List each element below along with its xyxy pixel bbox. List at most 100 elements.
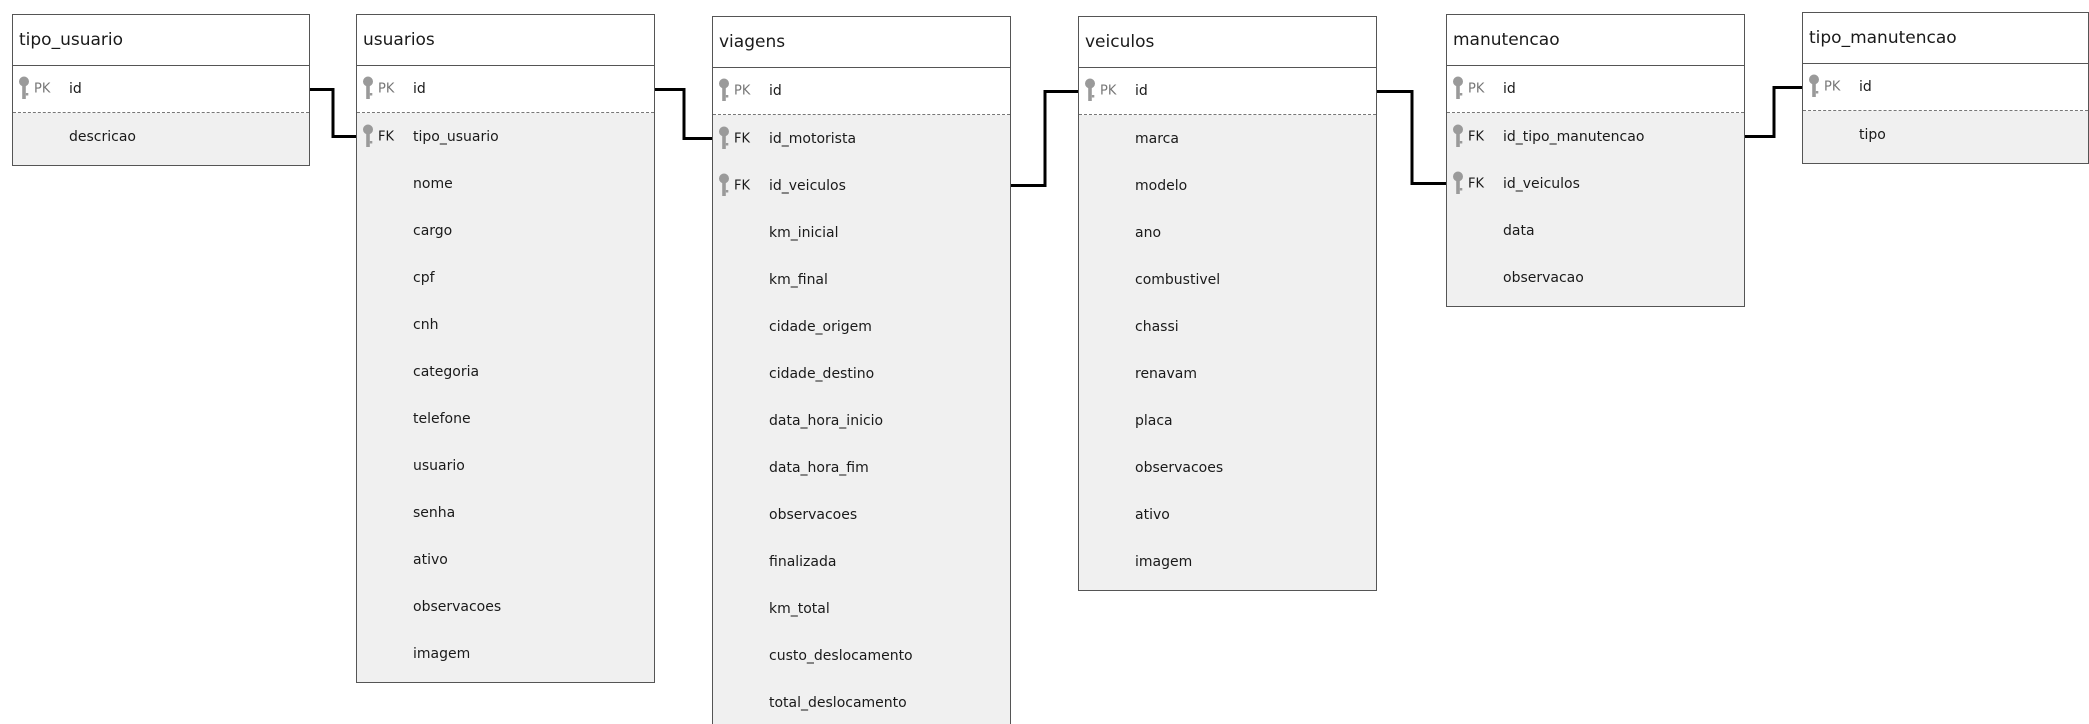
column-row: km_inicial: [713, 209, 1010, 256]
column-row: cargo: [357, 207, 654, 254]
column-row: FK id_tipo_manutencao: [1447, 113, 1744, 160]
column-row: data_hora_inicio: [713, 397, 1010, 444]
entity-columns: marca modelo ano combustivel chassi renavam pl…: [1079, 115, 1376, 590]
column-row: observacao: [1447, 254, 1744, 301]
column-row: observacoes: [357, 583, 654, 630]
column-name: renavam: [1135, 365, 1198, 382]
column-name: total_deslocamento: [769, 694, 907, 711]
column-name: cpf: [413, 269, 435, 286]
entity-columns: FK tipo_usuarionome cargo cpf cnh categoria te…: [357, 113, 654, 682]
column-name: id: [69, 81, 82, 97]
entity-usuarios[interactable]: usuarios PK id FK tipo_usuarionome cargo cpf cn…: [356, 14, 655, 683]
column-row: km_final: [713, 256, 1010, 303]
foreign-key-label: FK: [378, 129, 395, 144]
column-row: descricao: [13, 113, 309, 160]
column-name: data: [1503, 222, 1535, 239]
primary-key-row: PK id: [357, 66, 654, 113]
column-name: cidade_destino: [769, 365, 875, 382]
column-name: data_hora_fim: [769, 459, 869, 476]
column-name: ativo: [413, 551, 448, 568]
key-icon: [19, 76, 29, 99]
key-icon: [719, 173, 729, 196]
key-icon: [719, 126, 729, 149]
primary-key-row: PK id: [1079, 68, 1376, 115]
column-row: FK id_motorista: [713, 115, 1010, 162]
column-name: chassi: [1135, 318, 1179, 335]
column-name: id_tipo_manutencao: [1503, 128, 1645, 145]
primary-key-row: PK id: [1447, 66, 1744, 113]
column-name: ano: [1135, 224, 1162, 241]
column-name: cidade_origem: [769, 318, 872, 335]
entity-manutencao[interactable]: manutencao PK id FK id_tipo_manutencao FK id_v…: [1446, 14, 1745, 307]
column-name: combustivel: [1135, 271, 1221, 288]
column-name: ativo: [1135, 506, 1170, 523]
entity-title: tipo_manutencao: [1803, 13, 2088, 64]
primary-key-label: PK: [378, 81, 395, 97]
key-icon: [363, 124, 373, 147]
entity-tipo-usuario[interactable]: tipo_usuario PK id descricao: [12, 14, 310, 166]
column-name: custo_deslocamento: [769, 647, 913, 664]
column-row: FK id_veiculos: [713, 162, 1010, 209]
entity-title: veiculos: [1079, 17, 1376, 68]
column-name: id: [769, 83, 782, 99]
column-name: telefone: [413, 410, 471, 427]
primary-key-label: PK: [1100, 83, 1117, 99]
column-name: id: [1859, 79, 1872, 95]
entity-title: viagens: [713, 17, 1010, 68]
column-name: senha: [413, 504, 456, 521]
column-name: cnh: [413, 316, 439, 333]
column-row: modelo: [1079, 162, 1376, 209]
column-row: observacoes: [1079, 444, 1376, 491]
key-icon: [1453, 124, 1463, 147]
entity-columns: FK id_motorista FK id_veiculos km_inicial km_…: [713, 115, 1010, 724]
column-row: imagem: [1079, 538, 1376, 585]
primary-key-label: PK: [1824, 79, 1841, 95]
column-name: observacoes: [413, 598, 502, 615]
column-row: observacoes: [713, 491, 1010, 538]
column-row: tipo: [1803, 111, 2088, 158]
column-name: data_hora_inicio: [769, 412, 884, 429]
column-name: km_inicial: [769, 224, 839, 241]
column-name: placa: [1135, 412, 1173, 429]
column-row: imagem: [357, 630, 654, 677]
column-name: cargo: [413, 222, 453, 239]
column-name: id: [1503, 81, 1516, 97]
column-row: cidade_destino: [713, 350, 1010, 397]
entity-title: manutencao: [1447, 15, 1744, 66]
entity-columns: FK id_tipo_manutencao FK id_veiculos data obs…: [1447, 113, 1744, 306]
primary-key-row: PK id: [13, 66, 309, 113]
entity-title: tipo_usuario: [13, 15, 309, 66]
relationship-line: [310, 88, 356, 138]
column-row: combustivel: [1079, 256, 1376, 303]
primary-key-label: PK: [734, 83, 751, 99]
column-row: FK tipo_usuario: [357, 113, 654, 160]
relationship-line: [1011, 90, 1078, 187]
column-name: tipo_usuario: [413, 128, 499, 145]
column-row: placa: [1079, 397, 1376, 444]
entity-tipo-manutencao[interactable]: tipo_manutencao PK id tipo: [1802, 12, 2089, 164]
foreign-key-label: FK: [1468, 129, 1485, 144]
key-icon: [1453, 171, 1463, 194]
column-name: id: [413, 81, 426, 97]
column-name: observacoes: [769, 506, 858, 523]
entity-columns: tipo: [1803, 111, 2088, 163]
relationship-line: [1377, 90, 1446, 185]
column-name: id: [1135, 83, 1148, 99]
foreign-key-label: FK: [734, 178, 751, 193]
column-row: categoria: [357, 348, 654, 395]
entity-viagens[interactable]: viagens PK id FK id_motorista FK id_veiculoskm…: [712, 16, 1011, 724]
column-name: modelo: [1135, 177, 1188, 194]
relationship-line: [1745, 86, 1802, 138]
column-row: renavam: [1079, 350, 1376, 397]
entity-veiculos[interactable]: veiculos PK id marca modelo ano combustivel cha…: [1078, 16, 1377, 591]
key-icon: [1453, 76, 1463, 99]
column-row: data: [1447, 207, 1744, 254]
column-name: categoria: [413, 363, 480, 380]
column-row: km_total: [713, 585, 1010, 632]
column-name: usuario: [413, 457, 465, 474]
entity-title: usuarios: [357, 15, 654, 66]
column-name: imagem: [1135, 553, 1193, 570]
foreign-key-label: FK: [1468, 176, 1485, 191]
key-icon: [1809, 74, 1819, 97]
column-row: nome: [357, 160, 654, 207]
